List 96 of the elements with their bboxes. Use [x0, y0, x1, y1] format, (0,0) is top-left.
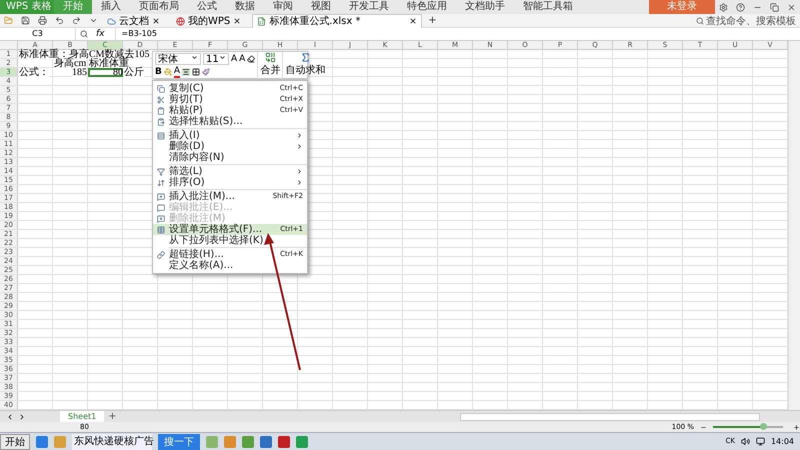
zoom-icon[interactable] [80, 30, 88, 38]
ribbon-tab[interactable]: 页面布局 [130, 0, 188, 14]
menu-item[interactable]: 从下拉列表中选择(K) [153, 235, 307, 246]
speaker-icon[interactable] [740, 437, 750, 446]
font-color-button[interactable]: A [174, 66, 180, 78]
close-icon[interactable] [152, 17, 160, 25]
table-cell: 标准体重：身高CM数减去105 [19, 50, 150, 59]
document-tab[interactable]: 我的WPS [171, 14, 246, 28]
autosum-button[interactable]: 自动求和 [282, 52, 328, 78]
align-center-icon[interactable] [182, 68, 190, 76]
scissors-icon [157, 96, 165, 104]
search-button[interactable]: 搜一下 [158, 434, 200, 450]
ribbon-tab[interactable]: 审阅 [264, 0, 302, 14]
table-cell: 身高cm [54, 59, 86, 68]
menu-item[interactable]: 清除内容(N) [153, 152, 307, 163]
horizontal-scrollbar[interactable] [460, 412, 760, 420]
app-icon[interactable] [260, 436, 272, 448]
border-icon[interactable] [192, 68, 200, 76]
redo-icon[interactable] [72, 16, 81, 25]
menu-item[interactable]: 筛选(L) [153, 166, 307, 177]
merge-cells-icon [264, 52, 276, 63]
sort-icon [157, 178, 165, 186]
printer-icon[interactable] [38, 16, 47, 25]
comment-delete-icon [157, 214, 165, 222]
ribbon-tab[interactable]: 视图 [302, 0, 340, 14]
ribbon-tab[interactable]: 插入 [92, 0, 130, 14]
app-icon[interactable] [278, 436, 290, 448]
help-icon[interactable] [736, 2, 745, 12]
eraser-icon[interactable] [247, 55, 256, 63]
ribbon-tab[interactable]: 智能工具箱 [514, 0, 582, 14]
caret-icon [219, 54, 226, 61]
restore-icon[interactable] [770, 2, 779, 12]
taskbar-item[interactable]: 东风快递硬核广告 [72, 434, 152, 450]
paste-icon [157, 106, 165, 114]
ribbon-tab[interactable]: 数据 [226, 0, 264, 14]
search-icon [696, 16, 704, 24]
ribbon-tab[interactable]: 特色应用 [398, 0, 456, 14]
name-box[interactable]: C3 [0, 28, 76, 40]
undo-icon[interactable] [55, 16, 64, 25]
caret-icon [191, 54, 198, 61]
table-cell: 公斤 [124, 68, 144, 77]
close-icon[interactable] [233, 17, 242, 25]
menu-item[interactable]: 选择性粘贴(S)... [153, 116, 307, 127]
zoom-in-icon[interactable] [793, 424, 800, 430]
comment-icon [157, 204, 165, 212]
menu-item[interactable]: 插入(I) [153, 130, 307, 141]
folder-icon[interactable] [4, 16, 13, 25]
comment-add-icon [157, 192, 165, 200]
globe-icon [176, 16, 185, 26]
browser-icon[interactable] [36, 436, 48, 448]
start-button[interactable]: 开始 [0, 434, 30, 450]
ribbon-tab[interactable]: 公式 [188, 0, 226, 14]
app-logo: WPS 表格 [0, 0, 54, 14]
brush-icon[interactable] [202, 68, 210, 76]
menu-item[interactable]: 定义名称(A)... [153, 260, 307, 271]
document-tab[interactable]: 标准体重公式.xlsx * [252, 14, 422, 28]
table-cell: 标准体重 [89, 59, 129, 68]
table-cell: 185 [72, 68, 87, 77]
search-field[interactable]: 查找命令、搜索模板 [696, 14, 800, 28]
monitor-icon[interactable] [756, 437, 765, 446]
size-field[interactable]: 11 [203, 53, 229, 65]
cloud-icon [107, 16, 116, 26]
insert-icon [157, 132, 165, 140]
menu-item[interactable]: 删除(D) [153, 141, 307, 152]
add-sheet-button[interactable]: + [108, 411, 117, 422]
copy-icon [157, 84, 165, 92]
table-icon [157, 226, 165, 234]
shrink-font-button[interactable]: A [239, 54, 246, 64]
next-sheet-icon[interactable] [18, 412, 26, 420]
merge-button[interactable]: 合并 [257, 52, 282, 78]
ribbon-tab[interactable]: 文档助手 [456, 0, 514, 14]
previous-sheet-icon[interactable] [6, 412, 14, 420]
clock: 14:04 [770, 437, 795, 446]
close-icon[interactable] [409, 17, 418, 25]
link-icon [157, 250, 165, 258]
chevron-down-icon[interactable] [89, 16, 98, 25]
new-tab-button[interactable]: + [428, 14, 437, 26]
save-icon[interactable] [21, 16, 30, 25]
menu-item[interactable]: 排序(O) [153, 177, 307, 188]
grow-font-button[interactable]: A [231, 54, 238, 64]
vertical-scrollbar[interactable] [788, 41, 800, 410]
bold-button[interactable]: B [155, 67, 162, 77]
formula-field[interactable]: =B3-105 [114, 28, 800, 40]
fill-color-icon[interactable] [164, 68, 172, 76]
table-cell: 公式： [19, 68, 49, 77]
sigma-icon [300, 52, 311, 63]
spreadsheet-icon [257, 16, 266, 26]
close-icon[interactable] [787, 2, 796, 12]
ribbon-tab[interactable]: 开发工具 [340, 0, 398, 14]
filter-icon [157, 168, 165, 176]
document-tab[interactable]: 云文档 [102, 14, 165, 28]
paste-special-icon [157, 118, 165, 126]
font-field[interactable]: 宋体 [155, 53, 201, 65]
function-button[interactable]: fx [92, 29, 114, 39]
settings-icon[interactable] [719, 2, 728, 12]
sheet-tab[interactable]: Sheet1 [60, 411, 104, 422]
